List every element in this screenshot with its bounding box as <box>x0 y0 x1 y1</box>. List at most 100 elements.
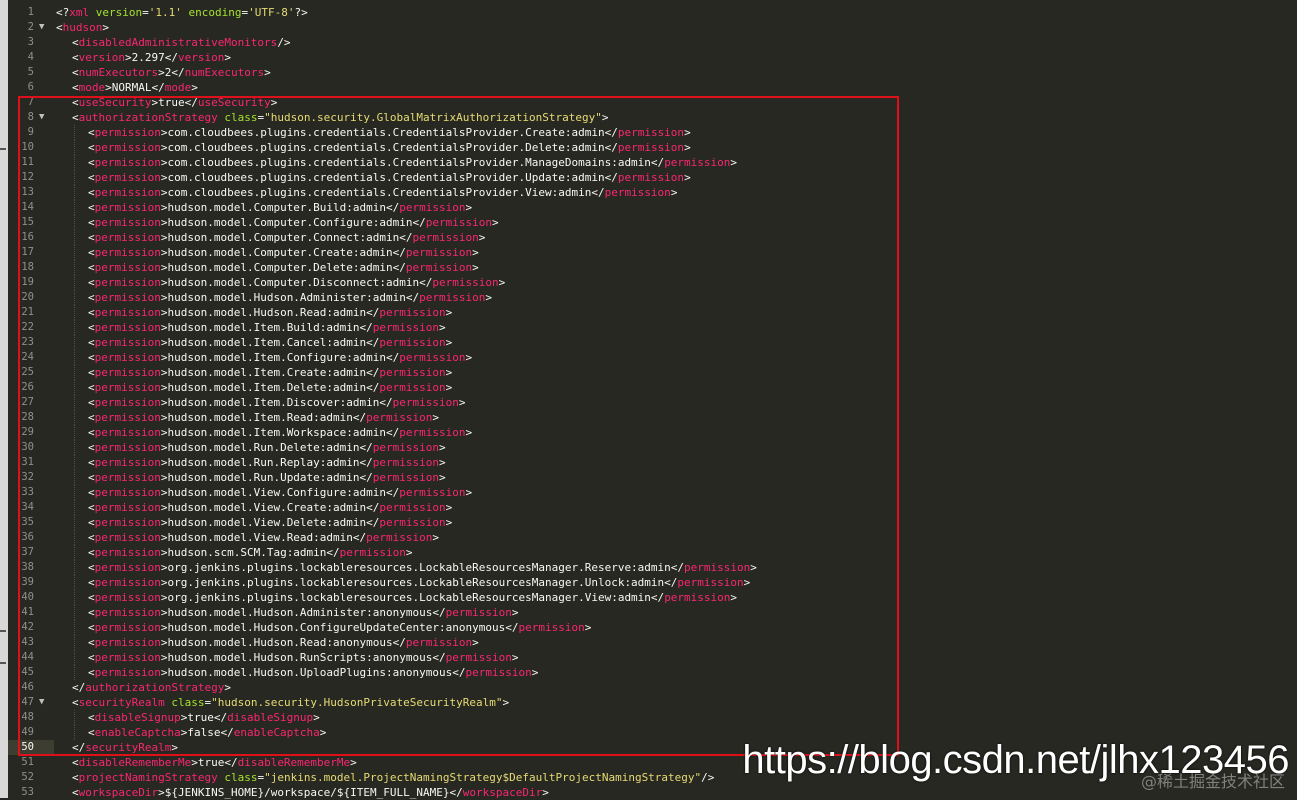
code-line[interactable]: 45 <permission>hudson.model.Hudson.Upload… <box>21 665 1297 680</box>
code-line[interactable]: 33 <permission>hudson.model.View.Configur… <box>21 485 1297 500</box>
line-number: 42 <box>8 620 54 635</box>
code-line[interactable]: 8 ▼ <authorizationStrategy class="hudson.s… <box>28 110 1297 125</box>
code-line[interactable]: 15 <permission>hudson.model.Computer.Conf… <box>21 215 1297 230</box>
code-line[interactable]: 34 <permission>hudson.model.View.Create:a… <box>21 500 1297 515</box>
code-token: disableRememberMe <box>237 756 351 769</box>
code-line[interactable]: 47 ▼ <securityRealm class="hudson.security… <box>21 695 1297 710</box>
code-line[interactable]: 9 <permission>com.cloudbees.plugins.crede… <box>28 125 1297 140</box>
fold-toggle-icon[interactable]: ▼ <box>39 20 44 35</box>
code-line[interactable]: 4 <version>2.297</version> <box>28 50 1297 65</box>
code-token: > <box>472 636 479 649</box>
line-number-text: 13 <box>21 186 34 198</box>
line-number: 10 <box>8 140 54 155</box>
code-line[interactable]: 28 <permission>hudson.model.Item.Read:adm… <box>21 410 1297 425</box>
code-line[interactable]: 26 <permission>hudson.model.Item.Delete:a… <box>21 380 1297 395</box>
code-line[interactable]: 16 <permission>hudson.model.Computer.Conn… <box>21 230 1297 245</box>
code-line[interactable]: 1 <?xml version='1.1' encoding='UTF-8'?> <box>28 5 1297 20</box>
indent-guide <box>74 440 75 455</box>
code-token: < <box>72 771 79 784</box>
code-line[interactable]: 23 <permission>hudson.model.Item.Cancel:a… <box>21 335 1297 350</box>
code-line[interactable]: 44 <permission>hudson.model.Hudson.RunScr… <box>21 650 1297 665</box>
code-line[interactable]: 19 <permission>hudson.model.Computer.Disc… <box>21 275 1297 290</box>
code-token: disabledAdministrativeMonitors <box>78 36 278 49</box>
code-token: > <box>445 306 453 319</box>
code-line[interactable]: 21 <permission>hudson.model.Hudson.Read:a… <box>21 305 1297 320</box>
line-number-text: 25 <box>21 366 34 378</box>
line-number-text: 31 <box>21 456 34 468</box>
code-token: < <box>88 306 95 319</box>
code-line[interactable]: 39 <permission>org.jenkins.plugins.lockab… <box>21 575 1297 590</box>
code-text: <permission>hudson.model.Hudson.RunScrip… <box>88 650 519 665</box>
line-number-text: 18 <box>21 261 34 273</box>
code-token: permission <box>94 546 161 559</box>
code-line[interactable]: 22 <permission>hudson.model.Item.Build:ad… <box>21 320 1297 335</box>
code-token: permission <box>372 321 440 334</box>
code-text: <numExecutors>2</numExecutors> <box>72 65 271 80</box>
code-line[interactable]: 24 <permission>hudson.model.Item.Configur… <box>21 350 1297 365</box>
code-line[interactable]: 48 <disableSignup>true</disableSignup> <box>21 710 1297 725</box>
code-line[interactable]: 13 <permission>com.cloudbees.plugins.cred… <box>21 185 1297 200</box>
code-line[interactable]: 42 <permission>hudson.model.Hudson.Config… <box>21 620 1297 635</box>
line-number: 52 <box>8 770 54 785</box>
code-token: permission <box>94 441 161 454</box>
code-line[interactable]: 3 <disabledAdministrativeMonitors/> <box>28 35 1297 50</box>
code-line[interactable]: 7 <useSecurity>true</useSecurity> <box>28 95 1297 110</box>
code-token: permission <box>366 411 433 424</box>
line-number-text: 10 <box>21 141 34 153</box>
fold-toggle-icon[interactable]: ▼ <box>39 110 44 125</box>
line-number-text: 34 <box>21 501 34 513</box>
indent-guide <box>74 530 75 545</box>
code-line[interactable]: 29 <permission>hudson.model.Item.Workspac… <box>21 425 1297 440</box>
code-line[interactable]: 11 <permission>com.cloudbees.plugins.cred… <box>21 155 1297 170</box>
code-token: permission <box>379 306 446 319</box>
code-line[interactable]: 38 <permission>org.jenkins.plugins.lockab… <box>21 560 1297 575</box>
code-token: permission <box>94 336 161 349</box>
code-token: permission <box>94 456 161 469</box>
code-token: version <box>89 6 143 19</box>
code-token: > <box>502 696 510 709</box>
line-number: 11 <box>8 155 54 170</box>
code-token: >2</ <box>158 66 185 79</box>
code-line[interactable]: 17 <permission>hudson.model.Computer.Crea… <box>21 245 1297 260</box>
code-line[interactable]: 43 <permission>hudson.model.Hudson.Read:a… <box>21 635 1297 650</box>
code-line[interactable]: 2 ▼ <hudson> <box>28 20 1297 35</box>
code-token: > <box>472 246 479 259</box>
code-line[interactable]: 27 <permission>hudson.model.Item.Discover… <box>21 395 1297 410</box>
code-line[interactable]: 5 <numExecutors>2</numExecutors> <box>28 65 1297 80</box>
code-line[interactable]: 31 <permission>hudson.model.Run.Replay:ad… <box>21 455 1297 470</box>
line-number: 9 <box>8 125 54 140</box>
code-line[interactable]: 40 <permission>org.jenkins.plugins.lockab… <box>21 590 1297 605</box>
code-token: permission <box>94 291 161 304</box>
code-line[interactable]: 20 <permission>hudson.model.Hudson.Admini… <box>21 290 1297 305</box>
code-line[interactable]: 18 <permission>hudson.model.Computer.Dele… <box>21 260 1297 275</box>
code-line[interactable]: 14 <permission>hudson.model.Computer.Buil… <box>21 200 1297 215</box>
code-token: < <box>88 651 95 664</box>
code-token: permission <box>372 456 440 469</box>
indent-guide <box>74 620 75 635</box>
code-token: xml <box>69 6 90 19</box>
code-token: >hudson.model.Hudson.Read:anonymous</ <box>160 636 406 649</box>
fold-toggle-icon[interactable]: ▼ <box>39 695 44 710</box>
line-number: 46 <box>8 680 54 695</box>
code-line[interactable]: 46 </authorizationStrategy> <box>21 680 1297 695</box>
code-line[interactable]: 41 <permission>hudson.model.Hudson.Admini… <box>21 605 1297 620</box>
code-token: permission <box>617 126 685 139</box>
code-line[interactable]: 35 <permission>hudson.model.View.Delete:a… <box>21 515 1297 530</box>
code-token: permission <box>94 201 161 214</box>
code-text: <securityRealm class="hudson.security.Hu… <box>72 695 509 710</box>
code-text: <permission>hudson.model.Run.Replay:admi… <box>88 455 446 470</box>
code-line[interactable]: 36 <permission>hudson.model.View.Read:adm… <box>21 530 1297 545</box>
code-line[interactable]: 37 <permission>hudson.scm.SCM.Tag:admin</… <box>21 545 1297 560</box>
code-line[interactable]: 10 <permission>com.cloudbees.plugins.cred… <box>21 140 1297 155</box>
code-editor[interactable]: 1 <?xml version='1.1' encoding='UTF-8'?> 2… <box>8 0 1297 799</box>
code-line[interactable]: 30 <permission>hudson.model.Run.Delete:ad… <box>21 440 1297 455</box>
line-number-text: 36 <box>21 531 34 543</box>
code-token: permission <box>94 141 161 154</box>
code-text: <authorizationStrategy class="hudson.sec… <box>72 110 608 125</box>
line-number: 7 <box>8 95 54 110</box>
code-line[interactable]: 32 <permission>hudson.model.Run.Update:ad… <box>21 470 1297 485</box>
code-line[interactable]: 12 <permission>com.cloudbees.plugins.cred… <box>21 170 1297 185</box>
code-line[interactable]: 25 <permission>hudson.model.Item.Create:a… <box>21 365 1297 380</box>
code-line[interactable]: 6 <mode>NORMAL</mode> <box>28 80 1297 95</box>
code-token: permission <box>684 561 751 574</box>
